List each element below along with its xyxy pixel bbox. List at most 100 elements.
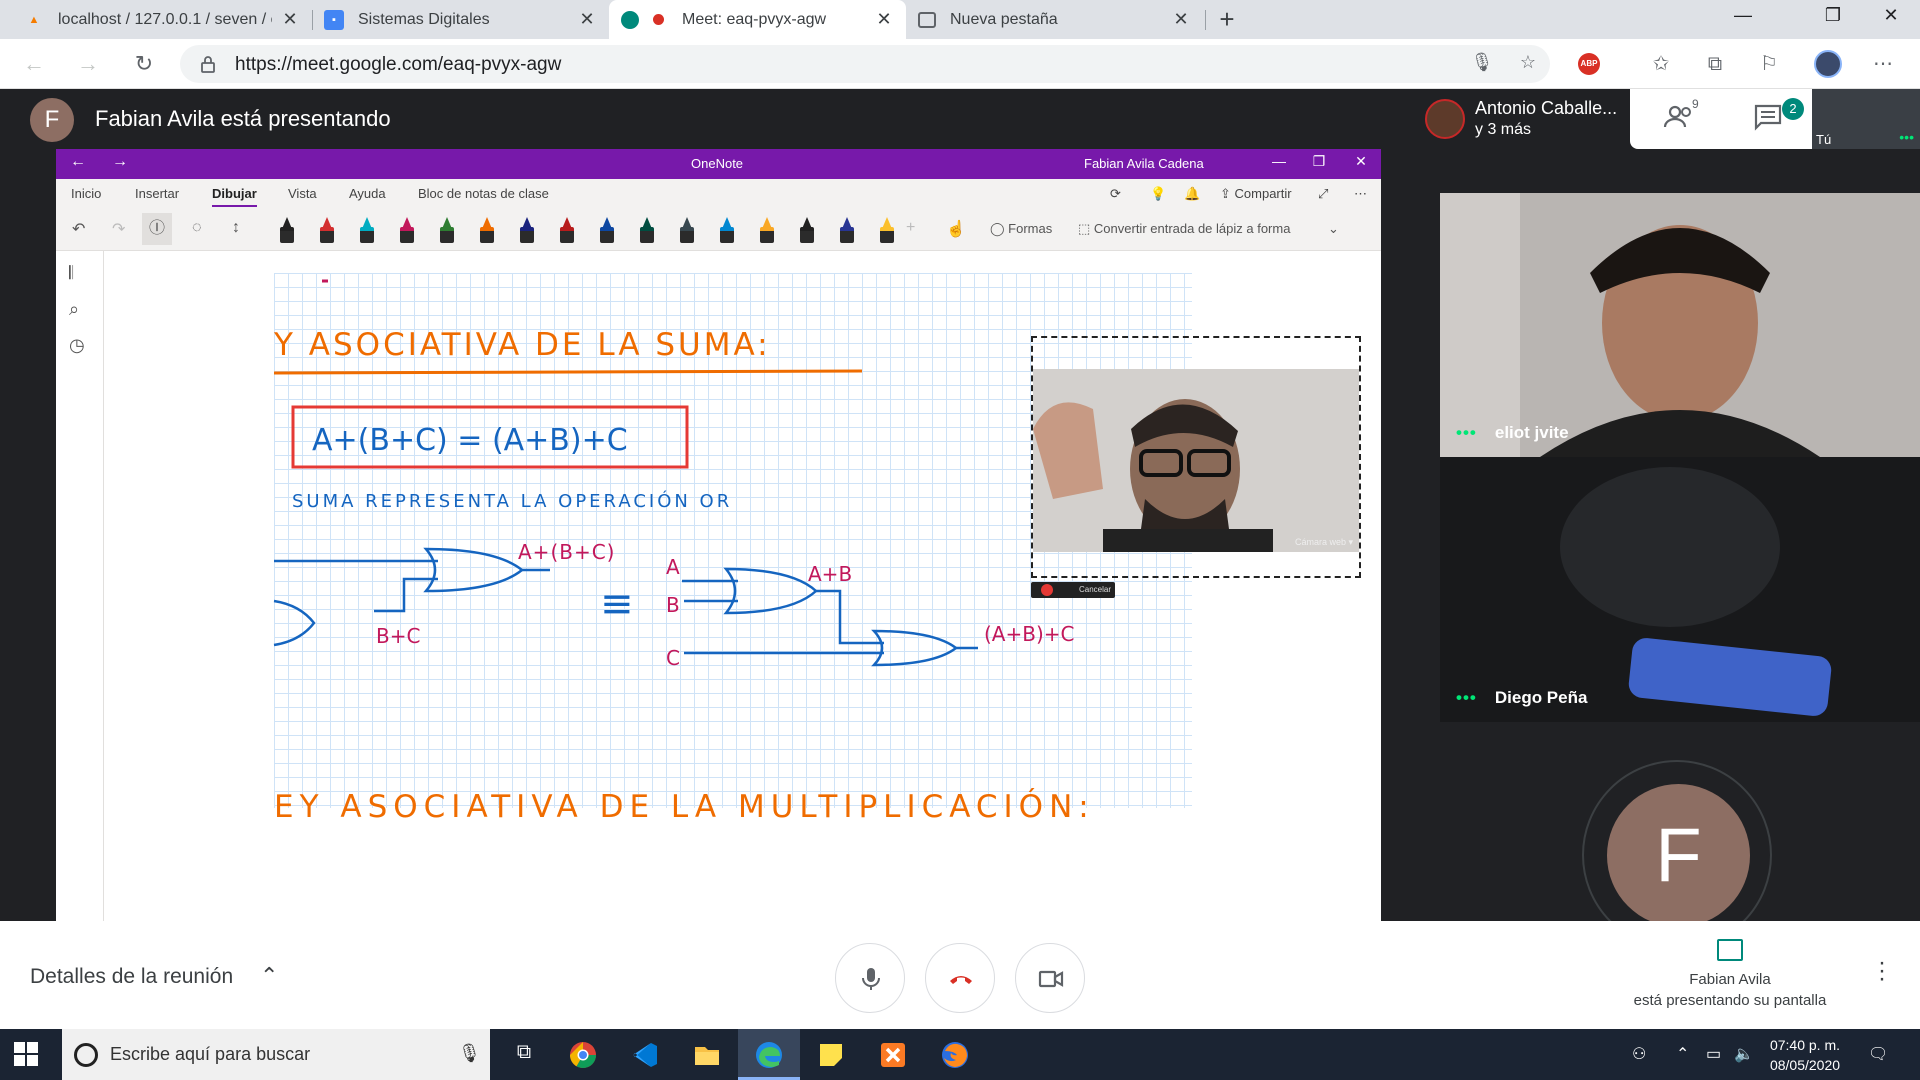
pen-tool-icon[interactable] [680,217,694,245]
add-pen-icon[interactable]: + [906,219,915,237]
taskbar-app-edge[interactable] [738,1029,800,1080]
camera-toggle-button[interactable] [1015,943,1085,1013]
touch-draw-icon[interactable]: ☝ [946,219,966,239]
back-arrow-icon[interactable]: ← [70,153,86,171]
reload-button[interactable]: ↻ [128,48,160,80]
settings-more-icon[interactable]: ⋯ [1868,49,1898,79]
pen-tool-icon[interactable] [520,217,534,245]
convert-ink-button[interactable]: ⬚ Convertir entrada de lápiz a forma [1078,221,1290,237]
volume-icon[interactable]: 🔈 [1734,1044,1754,1064]
share-button[interactable]: ⇪ Compartir [1220,186,1292,202]
lasso-select-icon[interactable]: ◌ [192,219,202,237]
profile-avatar[interactable] [1814,50,1842,78]
chevron-up-icon[interactable]: ⌃ [260,963,278,989]
pen-tool-icon[interactable] [760,217,774,245]
participant-tile[interactable]: ••• Diego Peña [1440,457,1920,722]
leave-call-button[interactable] [925,943,995,1013]
add-space-icon[interactable]: ↕ [232,219,240,237]
tab-meet[interactable]: Meet: eaq-pvyx-agw ✕ [609,0,906,39]
tab-nueva-pestana[interactable]: Nueva pestaña ✕ [906,0,1203,39]
undo-icon[interactable]: ↶ [72,219,85,239]
meeting-details-button[interactable]: Detalles de la reunión [30,965,233,989]
favorite-star-icon[interactable]: ☆ [1516,52,1540,76]
webcam-dropdown[interactable]: Cámara web ▾ [1295,537,1353,548]
bell-icon[interactable]: 🔔 [1184,186,1200,202]
pen-tool-icon[interactable] [840,217,854,245]
taskbar-app-chrome[interactable] [552,1029,614,1080]
pen-tool-icon[interactable] [600,217,614,245]
people-tray-icon[interactable]: ⚇ [1632,1044,1646,1064]
search-icon[interactable]: ⌕ [69,299,79,320]
address-bar[interactable]: https://meet.google.com/eaq-pvyx-agw 🎙 ☆ [180,45,1550,83]
pen-tool-icon[interactable] [320,217,334,245]
close-tab-icon[interactable]: ✕ [874,9,894,30]
microphone-icon[interactable]: 🎙 [1470,52,1494,76]
recent-clock-icon[interactable]: ◷ [69,335,85,356]
forward-button[interactable]: → [72,48,104,80]
pen-tool-icon[interactable] [800,217,814,245]
tab-vista[interactable]: Vista [288,186,317,201]
windows-start-icon[interactable] [14,1042,38,1066]
taskbar-app-firefox[interactable] [924,1029,986,1080]
minimize-button[interactable]: — [1714,0,1772,30]
tab-dibujar[interactable]: Dibujar [212,186,257,208]
people-button[interactable]: 9 [1660,97,1700,135]
maximize-button[interactable]: ❐ [1804,0,1862,30]
pen-tool-icon[interactable] [880,217,894,245]
close-button[interactable]: ✕ [1346,153,1376,170]
pen-tool-icon[interactable] [560,217,574,245]
collections-icon[interactable]: ⧉ [1700,49,1730,79]
notebooks-icon[interactable]: 𝄃 [69,263,73,284]
participant-tile-presenter[interactable]: F [1440,722,1920,950]
tab-inicio[interactable]: Inicio [71,186,101,201]
close-window-button[interactable]: ✕ [1862,0,1920,30]
taskbar-clock[interactable]: 07:40 p. m. 08/05/2020 [1760,1035,1850,1075]
lightbulb-icon[interactable]: 💡 [1150,186,1166,202]
tab-insertar[interactable]: Insertar [135,186,179,201]
feedback-icon[interactable]: ⚐ [1754,49,1784,79]
tab-sistemas-digitales[interactable]: ▪ Sistemas Digitales ✕ [312,0,609,39]
microphone-toggle-button[interactable] [835,943,905,1013]
participant-tile[interactable]: ••• eliot jvite [1440,193,1920,457]
more-options-icon[interactable]: · · · [1876,951,1888,991]
tab-phpmyadmin[interactable]: ▲ localhost / 127.0.0.1 / seven / co ✕ [12,0,312,39]
chevron-down-icon[interactable]: ⌄ [1328,221,1339,237]
taskbar-app-sticky-notes[interactable] [800,1029,862,1080]
close-tab-icon[interactable]: ✕ [577,9,597,30]
pen-tool-icon[interactable] [720,217,734,245]
favorites-icon[interactable]: ✩ [1646,49,1676,79]
taskbar-search[interactable]: Escribe aquí para buscar 🎙 [62,1029,490,1080]
redo-icon[interactable]: ↷ [112,219,125,239]
presenting-status[interactable]: Fabian Avila está presentando su pantall… [1620,939,1840,1009]
pen-tool-icon[interactable] [400,217,414,245]
back-button[interactable]: ← [18,48,50,80]
more-options-icon[interactable]: ⋯ [1354,186,1367,202]
pen-tool-icon[interactable] [280,217,294,245]
shapes-button[interactable]: ◯ Formas [990,221,1052,237]
record-icon[interactable] [1041,584,1053,596]
taskbar-app-xampp[interactable] [862,1029,924,1080]
participant-summary[interactable]: Antonio Caballe... y 3 más [1415,89,1630,149]
taskbar-app-vscode[interactable] [614,1029,676,1080]
adblock-icon[interactable]: ABP [1578,53,1600,75]
forward-arrow-icon[interactable]: → [112,153,128,171]
pen-tool-icon[interactable] [360,217,374,245]
tab-bloc-de-notas[interactable]: Bloc de notas de clase [418,186,549,201]
tab-ayuda[interactable]: Ayuda [349,186,386,201]
close-tab-icon[interactable]: ✕ [280,9,300,30]
battery-icon[interactable]: ▭ [1706,1044,1721,1064]
taskbar-app-explorer[interactable] [676,1029,738,1080]
minimize-button[interactable]: — [1264,153,1294,169]
type-select-icon[interactable]: Ⓘ [142,213,172,245]
self-view-tile[interactable]: Tú ••• [1812,89,1920,149]
pen-tool-icon[interactable] [640,217,654,245]
cancel-button[interactable]: Cancelar [1079,585,1111,594]
show-hidden-icons-chevron[interactable]: ⌃ [1676,1044,1689,1064]
restore-button[interactable]: ❐ [1304,153,1334,170]
fullscreen-icon[interactable]: ⤢ [1318,186,1328,202]
pen-tool-icon[interactable] [440,217,454,245]
close-tab-icon[interactable]: ✕ [1171,9,1191,30]
sync-icon[interactable]: ⟳ [1110,186,1121,202]
notifications-icon[interactable]: 🗨 [1868,1044,1888,1064]
pen-tool-icon[interactable] [480,217,494,245]
